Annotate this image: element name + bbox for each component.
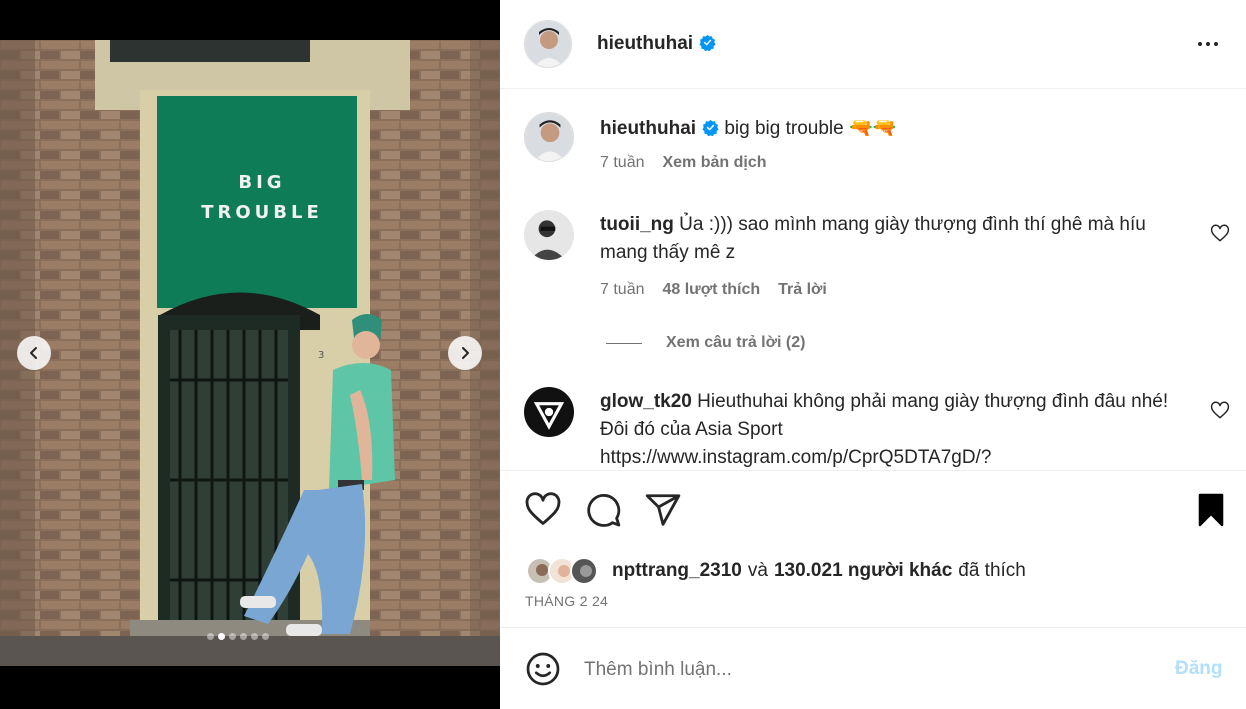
like-button[interactable]: [524, 491, 562, 529]
door-number: 3: [318, 350, 324, 361]
more-icon: [1206, 42, 1210, 46]
comment-icon[interactable]: [584, 491, 622, 529]
caption-text: big big trouble 🔫🔫: [724, 118, 897, 139]
comment-input[interactable]: [584, 655, 1144, 685]
liker-avatars: [526, 557, 598, 585]
avatar: [570, 557, 598, 585]
sign-line-2: TROUBLE: [201, 202, 323, 223]
heart-icon[interactable]: [1210, 224, 1230, 244]
header-username-row: hieuthuhai: [597, 33, 716, 55]
avatar[interactable]: [524, 387, 574, 437]
verified-icon: [699, 34, 716, 51]
post-date[interactable]: THÁNG 2 24: [525, 593, 608, 609]
heart-icon[interactable]: [1210, 401, 1230, 421]
post-comment-button[interactable]: Đăng: [1175, 658, 1223, 680]
verified-icon: [702, 119, 719, 136]
carousel-dot: [251, 633, 258, 640]
caption-text-row: hieuthuhai big big trouble 🔫🔫: [600, 115, 1170, 143]
more-options-button[interactable]: [1194, 34, 1222, 54]
comment-body: tuoii_ng Ủa :))) sao mình mang giày thượ…: [600, 211, 1170, 267]
emoji-icon[interactable]: [525, 651, 561, 687]
likes-suffix: đã thích: [958, 560, 1026, 581]
comment-meta: 7 tuần 48 lượt thích Trả lời: [600, 281, 827, 299]
header-username[interactable]: hieuthuhai: [597, 33, 693, 54]
liker-username[interactable]: npttrang_2310: [612, 560, 742, 582]
sign-line-1: BIG: [238, 172, 285, 193]
caption-time: 7 tuần: [600, 154, 645, 171]
post-actions: npttrang_2310 và 130.021 người khác đã t…: [500, 470, 1246, 628]
avatar[interactable]: [524, 210, 574, 260]
carousel-dot-active: [218, 633, 225, 640]
carousel-dot: [229, 633, 236, 640]
comment-time: 7 tuần: [600, 281, 645, 298]
comments-list[interactable]: hieuthuhai big big trouble 🔫🔫 7 tuần Xem…: [500, 90, 1246, 470]
bookmark-icon[interactable]: [1192, 491, 1230, 529]
post-photo: BIG TROUBLE 3: [0, 40, 500, 666]
caption-meta: 7 tuần Xem bản dịch: [600, 154, 767, 172]
avatar[interactable]: [524, 20, 572, 68]
comment-text: Ủa :))) sao mình mang giày thượng đình t…: [600, 214, 1146, 263]
post-media: BIG TROUBLE 3: [0, 0, 500, 709]
replies-divider: [606, 342, 642, 344]
chevron-left-icon: [30, 347, 37, 359]
likes-summary: npttrang_2310 và 130.021 người khác đã t…: [526, 557, 1026, 585]
more-icon: [1214, 42, 1218, 46]
likes-conjunction: và: [747, 560, 768, 581]
carousel-dot: [262, 633, 269, 640]
chevron-right-icon: [462, 347, 469, 359]
carousel-prev-button[interactable]: [17, 336, 51, 370]
share-icon[interactable]: [644, 491, 682, 529]
caption-username[interactable]: hieuthuhai: [600, 118, 696, 139]
comment-composer: Đăng: [500, 629, 1246, 709]
comment-username[interactable]: tuoii_ng: [600, 214, 674, 235]
comment-body: glow_tk20 Hieuthuhai không phải mang già…: [600, 388, 1170, 470]
avatar[interactable]: [524, 112, 574, 162]
carousel-dot: [207, 633, 214, 640]
carousel-next-button[interactable]: [448, 336, 482, 370]
comment-likes[interactable]: 48 lượt thích: [662, 281, 760, 299]
reply-button[interactable]: Trả lời: [778, 281, 827, 299]
translate-button[interactable]: Xem bản dịch: [662, 154, 766, 172]
post-panel: hieuthuhai hieuthuhai big big trouble 🔫🔫…: [500, 0, 1246, 709]
likes-others[interactable]: 130.021 người khác: [774, 560, 952, 582]
comment-username[interactable]: glow_tk20: [600, 391, 692, 412]
view-replies-button[interactable]: Xem câu trả lời (2): [606, 334, 805, 352]
post-header: hieuthuhai: [500, 0, 1246, 89]
more-icon: [1198, 42, 1202, 46]
carousel-dot: [240, 633, 247, 640]
carousel-indicator: [207, 633, 269, 640]
view-replies-label: Xem câu trả lời (2): [666, 334, 806, 351]
